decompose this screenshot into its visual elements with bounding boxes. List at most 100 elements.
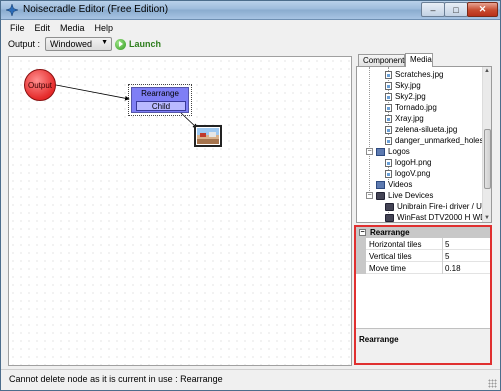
- output-select[interactable]: Windowed ▼: [45, 37, 112, 51]
- tree-item-label: WinFast DTV2000 H WD: [397, 213, 486, 222]
- property-divider[interactable]: [442, 250, 443, 262]
- property-row[interactable]: Move time 0.18: [356, 262, 490, 274]
- scroll-up-icon[interactable]: ▲: [484, 68, 490, 74]
- image-file-icon: [385, 92, 392, 101]
- minimize-button[interactable]: –: [421, 2, 445, 17]
- image-file-icon: [385, 158, 392, 167]
- image-file-icon: [385, 136, 392, 145]
- output-select-value: Windowed: [50, 39, 93, 49]
- tree-item[interactable]: zelena-silueta.jpg: [385, 124, 457, 135]
- link-output-rearrange: [55, 84, 130, 101]
- menu-bar: File Edit Media Help: [1, 20, 500, 35]
- property-name: Move time: [369, 264, 406, 273]
- rearrange-node[interactable]: Rearrange Child: [128, 84, 192, 116]
- tree-item[interactable]: Xray.jpg: [385, 113, 424, 124]
- tree-scrollbar[interactable]: ▲ ▼: [482, 67, 491, 222]
- tree-item-label: zelena-silueta.jpg: [395, 125, 458, 134]
- menu-file[interactable]: File: [5, 23, 30, 33]
- launch-button[interactable]: Launch: [115, 37, 161, 51]
- tab-components[interactable]: Components: [358, 54, 408, 66]
- tree-item[interactable]: Scratches.jpg: [385, 69, 443, 80]
- play-icon: [115, 38, 126, 50]
- property-category-label: Rearrange: [370, 228, 410, 237]
- window-title: Noisecradle Editor (Free Edition): [23, 4, 169, 15]
- image-node[interactable]: [194, 125, 222, 147]
- tree-item[interactable]: logoH.png: [385, 157, 431, 168]
- image-file-icon: [385, 103, 392, 112]
- tree-guide: [369, 67, 370, 195]
- property-value-field[interactable]: 0.18: [445, 264, 461, 273]
- rearrange-node-title: Rearrange: [141, 89, 179, 98]
- tree-folder-logos[interactable]: − Logos: [366, 146, 410, 157]
- image-file-icon: [385, 125, 392, 134]
- maximize-button[interactable]: □: [444, 2, 468, 17]
- tree-item-label: Sky.jpg: [395, 81, 421, 90]
- image-file-icon: [385, 81, 392, 90]
- property-divider[interactable]: [442, 238, 443, 250]
- property-value-field[interactable]: 5: [445, 252, 449, 261]
- property-divider[interactable]: [442, 262, 443, 274]
- tree-item[interactable]: logoV.png: [385, 168, 430, 179]
- camera-icon: [385, 213, 394, 222]
- collapse-icon[interactable]: −: [359, 229, 366, 236]
- camera-icon: [385, 202, 394, 211]
- status-bar: Cannot delete node as it is current in u…: [1, 369, 500, 390]
- menu-media[interactable]: Media: [55, 23, 90, 33]
- properties-panel: − Rearrange Horizontal tiles 5 Vertical …: [354, 225, 492, 365]
- scrollbar-thumb[interactable]: [484, 129, 491, 189]
- toolbar: Output : Windowed ▼ Launch: [1, 35, 500, 53]
- tree-item-label: Unibrain Fire-i driver / Unit: [397, 202, 491, 211]
- image-thumbnail: [197, 128, 219, 144]
- launch-label: Launch: [129, 39, 162, 49]
- tree-item-label: Scratches.jpg: [395, 70, 444, 79]
- status-message: Cannot delete node as it is current in u…: [9, 374, 223, 384]
- property-gutter: [356, 238, 366, 250]
- image-file-icon: [385, 70, 392, 79]
- tree-item-label: Sky2.jpg: [395, 92, 426, 101]
- tree-item[interactable]: danger_unmarked_holes.j: [385, 135, 488, 146]
- close-button[interactable]: ✕: [467, 2, 498, 17]
- maximize-icon: □: [453, 4, 459, 15]
- tree-item-label: Videos: [388, 180, 413, 189]
- rearrange-node-body: Rearrange Child: [131, 87, 189, 113]
- tree-folder-videos[interactable]: Videos: [376, 179, 412, 190]
- tree-item-label: logoV.png: [395, 169, 431, 178]
- resize-grip-icon[interactable]: [488, 379, 497, 388]
- property-grid: − Rearrange Horizontal tiles 5 Vertical …: [356, 227, 490, 327]
- tree-item[interactable]: Sky.jpg: [385, 80, 421, 91]
- folder-icon: [376, 147, 385, 156]
- app-icon: [6, 4, 18, 16]
- minimize-icon: –: [430, 4, 436, 15]
- image-file-icon: [385, 169, 392, 178]
- property-category[interactable]: − Rearrange: [356, 227, 490, 238]
- tree-item-label: Live Devices: [388, 191, 434, 200]
- scroll-down-icon[interactable]: ▼: [484, 215, 490, 221]
- side-panel: Components Media Scratches.jpg Sky.jpg S…: [354, 53, 494, 225]
- image-file-icon: [385, 114, 392, 123]
- title-bar[interactable]: Noisecradle Editor (Free Edition) – □ ✕: [1, 1, 500, 20]
- tree-folder-live-devices[interactable]: − Live Devices: [366, 190, 433, 201]
- media-tree[interactable]: Scratches.jpg Sky.jpg Sky2.jpg Tornado.j…: [356, 66, 492, 223]
- node-canvas[interactable]: Output Rearrange Child: [8, 56, 352, 366]
- camera-icon: [376, 191, 385, 200]
- property-gutter: [356, 262, 366, 274]
- tree-item[interactable]: Tornado.jpg: [385, 102, 437, 113]
- collapse-icon[interactable]: −: [366, 192, 373, 199]
- tab-media[interactable]: Media: [405, 53, 433, 67]
- menu-help[interactable]: Help: [90, 23, 119, 33]
- property-row[interactable]: Horizontal tiles 5: [356, 238, 490, 250]
- property-description: Rearrange: [356, 328, 490, 363]
- menu-edit[interactable]: Edit: [30, 23, 56, 33]
- tree-item[interactable]: Sky2.jpg: [385, 91, 426, 102]
- tree-item-label: Logos: [388, 147, 410, 156]
- property-name: Vertical tiles: [369, 252, 412, 261]
- property-value-field[interactable]: 5: [445, 240, 449, 249]
- tree-item[interactable]: Unibrain Fire-i driver / Unit: [385, 201, 490, 212]
- child-slot[interactable]: Child: [136, 101, 186, 111]
- tree-item-label: Xray.jpg: [395, 114, 424, 123]
- collapse-icon[interactable]: −: [366, 148, 373, 155]
- output-node[interactable]: Output: [24, 69, 56, 101]
- close-icon: ✕: [478, 4, 487, 14]
- tree-item[interactable]: WinFast DTV2000 H WD: [385, 212, 486, 222]
- property-row[interactable]: Vertical tiles 5: [356, 250, 490, 262]
